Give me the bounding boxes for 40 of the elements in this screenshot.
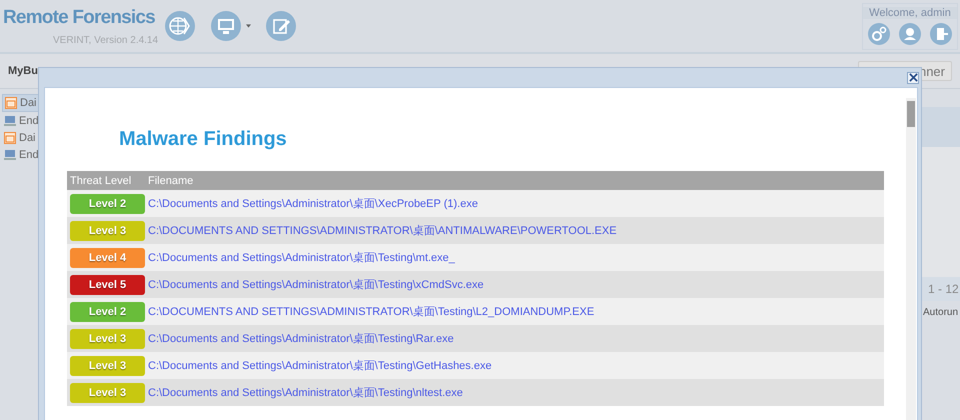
threat-level-badge: Level 5	[70, 274, 145, 294]
threat-level-badge: Level 3	[70, 220, 145, 240]
filename-link[interactable]: C:\Documents and Settings\Administrator\桌面\Testing\Rar.exe	[147, 331, 454, 346]
calendar-icon	[5, 97, 17, 109]
column-header: Filename	[147, 174, 194, 186]
threat-level-badge: Level 4	[70, 248, 145, 268]
globe-icon[interactable]	[164, 10, 196, 42]
welcome-text: Welcome, admin	[863, 7, 957, 19]
edit-icon[interactable]	[265, 10, 298, 42]
caret-icon[interactable]	[246, 24, 252, 28]
filename-link[interactable]: C:\Documents and Settings\Administrator\桌面\Testing\GetHashes.exe	[147, 358, 492, 373]
logout-icon[interactable]	[930, 23, 952, 45]
app-title: Remote Forensics	[3, 6, 155, 30]
filename-link[interactable]: C:\Documents and Settings\Administrator\桌面\Testing\xCmdSvc.exe	[147, 277, 484, 292]
sidebar-item[interactable]: End	[2, 147, 118, 163]
autorun-tab[interactable]: Autorun	[922, 301, 958, 318]
threat-level-badge: Level 2	[70, 194, 145, 214]
filename-link[interactable]: C:\Documents and Settings\Administrator\桌面\XecProbeEP (1).exe	[147, 196, 478, 211]
computer-icon	[4, 115, 16, 127]
column-header: Threat Level	[69, 174, 132, 186]
scrollbar[interactable]	[906, 98, 916, 420]
threat-level-badge: Level 2	[70, 302, 145, 322]
computer-icon	[4, 149, 16, 161]
breadcrumb-text: MyBu	[8, 65, 38, 77]
gears-icon[interactable]	[868, 23, 890, 45]
monitor-icon[interactable]	[210, 10, 242, 42]
filename-link[interactable]: C:\DOCUMENTS AND SETTINGS\ADMINISTRATOR\桌面\Testing\L2_DOMIANDUMP.EXE	[147, 304, 594, 319]
close-button[interactable]	[907, 72, 919, 84]
threat-level-badge: Level 3	[70, 328, 145, 348]
filename-link[interactable]: C:\DOCUMENTS AND SETTINGS\ADMINISTRATOR\桌面\ANTIMALWARE\POWERTOOL.EXE	[147, 223, 617, 238]
pager-text: 1 - 12	[922, 277, 960, 301]
sidebar-item[interactable]: End	[2, 113, 118, 129]
dialog-title: Malware Findings	[119, 128, 288, 152]
filename-link[interactable]: C:\Documents and Settings\Administrator\桌面\Testing\mt.exe_	[147, 250, 455, 265]
calendar-icon	[4, 132, 16, 144]
sidebar-item[interactable]: Dai	[2, 130, 118, 146]
threat-level-badge: Level 3	[70, 382, 145, 402]
filename-link[interactable]: C:\Documents and Settings\Administrator\桌面\Testing\nltest.exe	[147, 385, 463, 400]
threat-level-badge: Level 3	[70, 356, 145, 376]
user-icon[interactable]	[898, 23, 921, 45]
